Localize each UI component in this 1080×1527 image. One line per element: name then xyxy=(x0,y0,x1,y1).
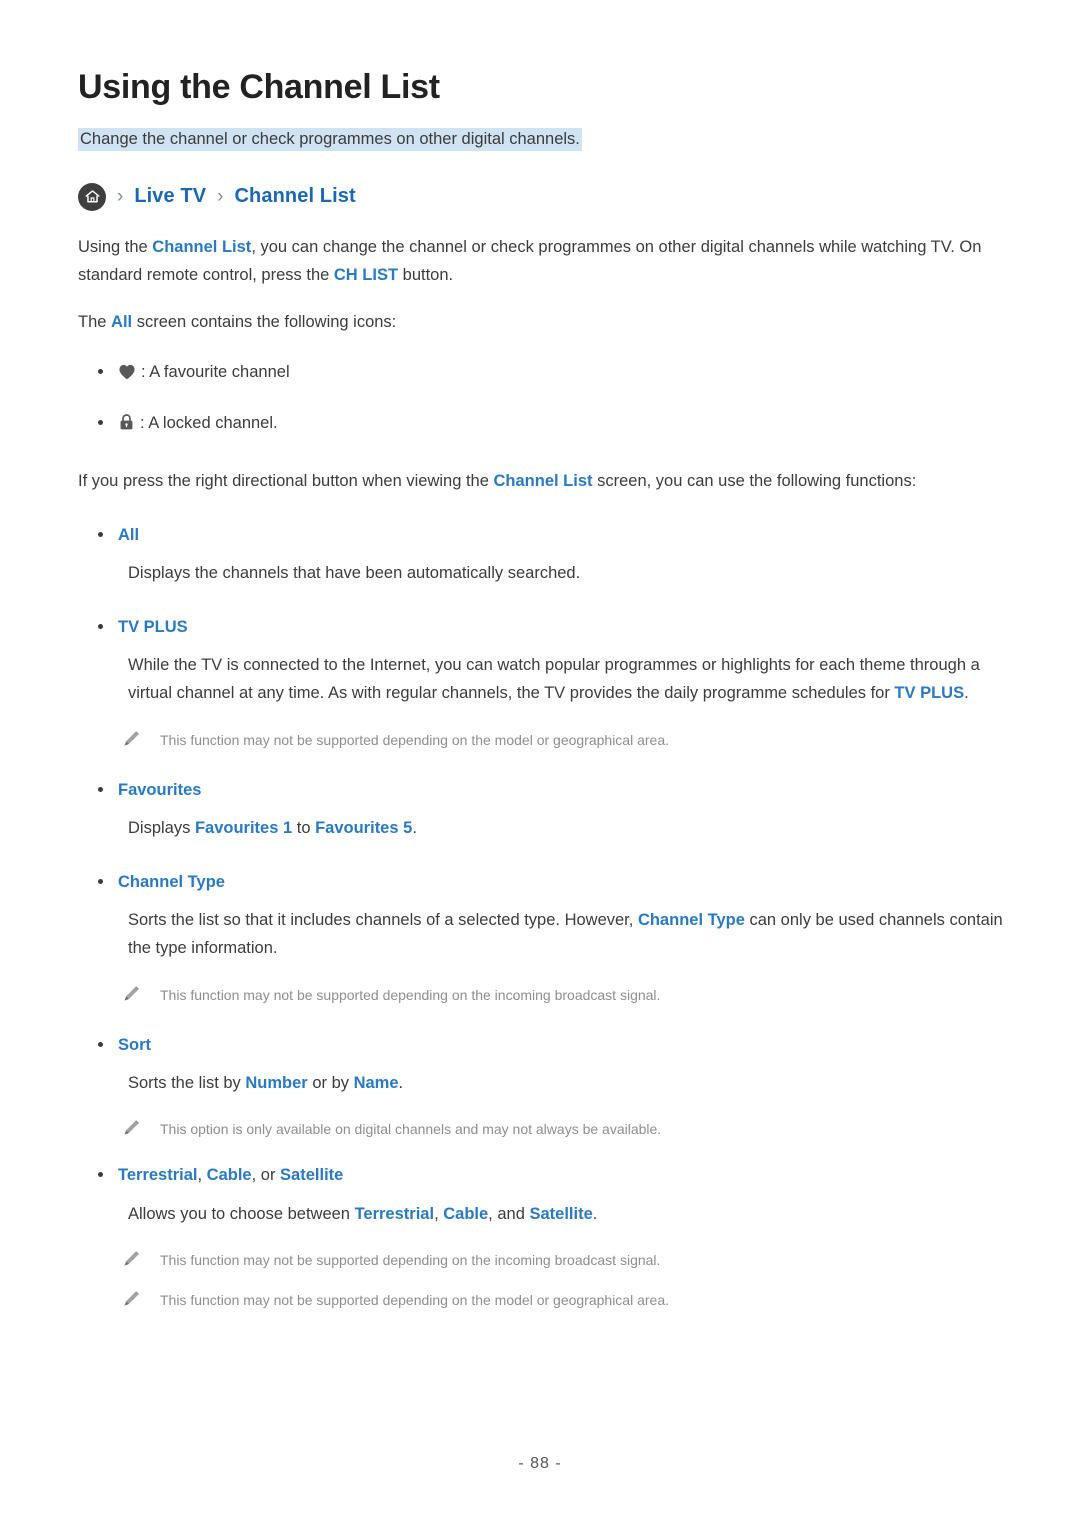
function-label-all[interactable]: All xyxy=(118,526,139,544)
icons-intro-suffix: screen contains the following icons: xyxy=(132,313,397,332)
home-icon[interactable] xyxy=(78,182,106,211)
list-item-function-favourites[interactable]: Favourites xyxy=(60,777,1020,803)
fav-desc-b: to xyxy=(292,819,316,838)
tv-plus-desc-b: . xyxy=(964,684,969,703)
function-label-sort[interactable]: Sort xyxy=(118,1036,151,1054)
note-text: This function may not be supported depen… xyxy=(160,1292,670,1309)
function-label-satellite[interactable]: Satellite xyxy=(280,1166,343,1184)
document-page: Using the Channel List Change the channe… xyxy=(0,0,1080,1527)
terr-desc-c: , and xyxy=(488,1204,530,1223)
terr-desc-d: . xyxy=(592,1204,598,1223)
bullet-dot xyxy=(98,878,103,884)
list-item-function-all[interactable]: All xyxy=(60,522,1020,548)
bullet-dot xyxy=(98,623,103,629)
label-sep-1: , xyxy=(197,1166,207,1185)
list-item-function-terrestrial-cable-satellite[interactable]: Terrestrial, Cable, or Satellite xyxy=(60,1162,1020,1188)
list-item-favourite-icon: : A favourite channel xyxy=(60,359,1020,388)
function-description-all: Displays the channels that have been aut… xyxy=(128,564,581,583)
ct-desc-a: Sorts the list so that it includes chann… xyxy=(128,910,638,929)
functions-intro-paragraph: If you press the right directional butto… xyxy=(60,467,1020,495)
tv-plus-desc-a: While the TV is connected to the Interne… xyxy=(128,656,980,703)
ct-desc-link[interactable]: Channel Type xyxy=(638,911,745,929)
lock-icon xyxy=(118,413,135,439)
fav-desc-a: Displays xyxy=(128,819,195,838)
fav-desc-c: . xyxy=(412,819,417,838)
breadcrumb-item-channel-list[interactable]: Channel List xyxy=(235,185,356,208)
list-item-function-channel-type[interactable]: Channel Type xyxy=(60,869,1020,895)
list-item-function-tv-plus[interactable]: TV PLUS xyxy=(60,614,1020,640)
icons-intro-link-all[interactable]: All xyxy=(111,313,132,331)
breadcrumb: › Live TV › Channel List xyxy=(60,182,1020,211)
note-text: This function may not be supported depen… xyxy=(160,731,670,748)
sort-desc-b: or by xyxy=(307,1074,354,1093)
note-sort-1: This option is only available on digital… xyxy=(60,1119,1020,1140)
note-text: This function may not be supported depen… xyxy=(160,1252,661,1269)
function-description-favourites: Displays Favourites 1 to Favourites 5. xyxy=(60,814,1018,842)
terr-desc-link-terrestrial[interactable]: Terrestrial xyxy=(355,1205,435,1223)
note-terrestrial-2: This function may not be supported depen… xyxy=(60,1290,1020,1311)
pencil-icon xyxy=(122,1290,140,1314)
function-label-terrestrial[interactable]: Terrestrial xyxy=(118,1166,198,1184)
functions-intro-a: If you press the right directional butto… xyxy=(78,472,494,491)
bullet-dot xyxy=(98,786,103,792)
note-channel-type-1: This function may not be supported depen… xyxy=(60,985,1020,1006)
breadcrumb-separator-1: › xyxy=(117,186,124,208)
label-sep-2: , or xyxy=(251,1166,281,1185)
pencil-icon xyxy=(122,1119,140,1143)
bullet-dot xyxy=(98,1041,103,1047)
functions-intro-b: screen, you can use the following functi… xyxy=(592,472,917,491)
terr-desc-a: Allows you to choose between xyxy=(128,1204,355,1223)
sort-desc-link-number[interactable]: Number xyxy=(245,1074,307,1092)
terr-desc-link-satellite[interactable]: Satellite xyxy=(529,1205,592,1223)
intro-text-a: Using the xyxy=(78,237,153,256)
note-text: This option is only available on digital… xyxy=(160,1121,662,1138)
intro-link-ch-list[interactable]: CH LIST xyxy=(334,266,398,284)
pencil-icon xyxy=(122,1250,140,1274)
pencil-icon xyxy=(122,985,140,1009)
sort-desc-link-name[interactable]: Name xyxy=(354,1074,399,1092)
note-terrestrial-1: This function may not be supported depen… xyxy=(60,1250,1020,1271)
fav-desc-link-2[interactable]: Favourites 5 xyxy=(315,819,412,837)
bullet-dot xyxy=(98,1172,103,1178)
page-number: - 88 - xyxy=(518,1455,562,1472)
icons-intro-paragraph: The All screen contains the following ic… xyxy=(60,308,1020,336)
favourite-icon-label: : A favourite channel xyxy=(141,362,290,381)
terr-desc-link-cable[interactable]: Cable xyxy=(443,1205,488,1223)
list-item-locked-icon: : A locked channel. xyxy=(60,410,1020,439)
function-label-channel-type[interactable]: Channel Type xyxy=(118,873,225,891)
function-label-cable[interactable]: Cable xyxy=(207,1166,252,1184)
subtitle-container: Change the channel or check programmes o… xyxy=(60,127,1020,153)
intro-paragraph: Using the Channel List, you can change t… xyxy=(60,233,1020,290)
fav-desc-link-1[interactable]: Favourites 1 xyxy=(195,819,292,837)
note-tv-plus-1: This function may not be supported depen… xyxy=(60,730,1020,751)
note-text: This function may not be supported depen… xyxy=(160,986,661,1003)
function-description-channel-type: Sorts the list so that it includes chann… xyxy=(60,906,1018,963)
function-description-tv-plus: While the TV is connected to the Interne… xyxy=(60,651,1018,708)
icons-intro-prefix: The xyxy=(78,313,112,332)
bullet-dot xyxy=(98,420,103,426)
bullet-dot xyxy=(98,531,103,537)
subtitle-highlight: Change the channel or check programmes o… xyxy=(78,128,582,151)
sort-desc-a: Sorts the list by xyxy=(128,1074,246,1093)
terr-desc-b: , xyxy=(434,1204,444,1223)
function-label-favourites[interactable]: Favourites xyxy=(118,781,201,799)
breadcrumb-separator-2: › xyxy=(217,186,224,208)
page-title: Using the Channel List xyxy=(78,68,440,106)
function-label-tv-plus[interactable]: TV PLUS xyxy=(118,618,188,636)
pencil-icon xyxy=(122,730,140,754)
sort-desc-c: . xyxy=(398,1074,404,1093)
function-description-sort: Sorts the list by Number or by Name. xyxy=(60,1069,1018,1097)
intro-text-c: button. xyxy=(398,265,454,284)
tv-plus-desc-link[interactable]: TV PLUS xyxy=(894,684,964,702)
function-description-terrestrial: Allows you to choose between Terrestrial… xyxy=(60,1200,1018,1228)
list-item-function-sort[interactable]: Sort xyxy=(60,1032,1020,1058)
functions-intro-link-channel-list[interactable]: Channel List xyxy=(494,472,593,490)
bullet-dot xyxy=(98,368,103,374)
heart-icon xyxy=(118,362,136,388)
intro-link-channel-list[interactable]: Channel List xyxy=(152,238,251,256)
breadcrumb-item-live-tv[interactable]: Live TV xyxy=(134,185,206,208)
locked-icon-label: : A locked channel. xyxy=(140,414,278,433)
